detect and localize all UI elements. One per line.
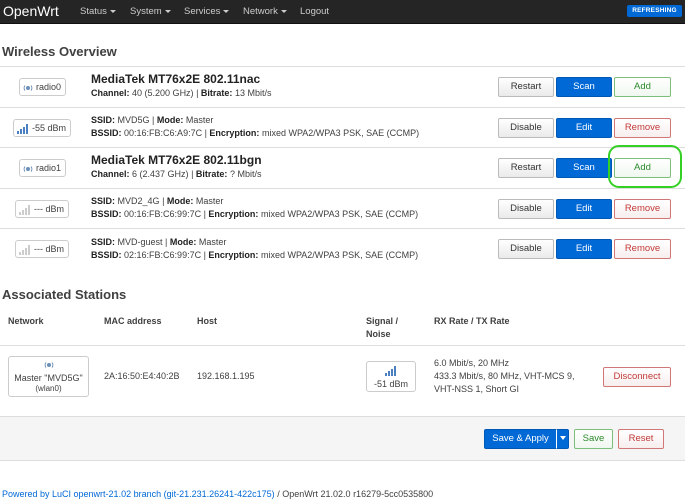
action-bar: Save & Apply Save Reset (0, 416, 685, 461)
menu-system[interactable]: System (130, 6, 171, 17)
column-network: Network (8, 316, 44, 326)
station-network-name: Master "MVD5G" (14, 373, 83, 383)
network-bssid-line: BSSID: 00:16:FB:C6:99:7C | Encryption: m… (91, 209, 419, 219)
radio-name: MediaTek MT76x2E 802.11nac (91, 72, 261, 86)
save-apply-button[interactable]: Save & Apply (484, 429, 557, 449)
top-navbar: OpenWrt Status System Services Network L… (0, 0, 685, 24)
signal-chip: --- dBm (15, 240, 69, 258)
scan-button[interactable]: Scan (556, 158, 612, 178)
network-ssid-line: SSID: MVD5G | Mode: Master (91, 115, 214, 125)
radio-name: MediaTek MT76x2E 802.11bgn (91, 153, 262, 167)
caret-down-icon (280, 10, 287, 13)
station-rate-line: VHT-NSS 1, Short GI (434, 384, 520, 394)
network-ssid-line: SSID: MVD2_4G | Mode: Master (91, 196, 224, 206)
network-row: --- dBm SSID: MVD2_4G | Mode: Master BSS… (0, 188, 685, 228)
restart-button[interactable]: Restart (498, 158, 554, 178)
remove-button[interactable]: Remove (614, 239, 671, 259)
luci-link[interactable]: Powered by LuCI openwrt-21.02 branch (gi… (2, 489, 275, 499)
disable-button[interactable]: Disable (498, 239, 554, 259)
network-bssid-line: BSSID: 00:16:FB:C6:A9:7C | Encryption: m… (91, 128, 420, 138)
wifi-radio-icon (23, 85, 33, 91)
column-mac-address: MAC address (104, 316, 162, 326)
menu-status[interactable]: Status (80, 6, 116, 17)
caret-down-icon (109, 10, 116, 13)
station-signal-chip: -51 dBm (366, 361, 416, 392)
edit-button[interactable]: Edit (556, 118, 612, 138)
wifi-radio-icon (23, 166, 33, 172)
station-network-chip: Master "MVD5G" (wlan0) (8, 356, 89, 397)
station-row: Master "MVD5G" (wlan0) 2A:16:50:E4:40:2B… (0, 345, 685, 407)
signal-bars-icon (385, 366, 396, 376)
remove-button[interactable]: Remove (614, 199, 671, 219)
signal-chip: -55 dBm (13, 119, 72, 137)
remove-button[interactable]: Remove (614, 118, 671, 138)
disable-button[interactable]: Disable (498, 199, 554, 219)
highlight-ring (608, 145, 682, 188)
menu-logout[interactable]: Logout (300, 6, 329, 17)
column-rate: RX Rate / TX Rate (434, 316, 510, 326)
add-button[interactable]: Add (614, 77, 671, 97)
station-host: 192.168.1.195 (197, 371, 255, 381)
station-signal-value: -51 dBm (373, 379, 408, 389)
caret-down-icon (164, 10, 171, 13)
reset-button[interactable]: Reset (618, 429, 664, 449)
network-bssid-line: BSSID: 02:16:FB:C6:99:7C | Encryption: m… (91, 250, 419, 260)
column-host: Host (197, 316, 217, 326)
chevron-down-icon (559, 436, 566, 440)
footer: Powered by LuCI openwrt-21.02 branch (gi… (2, 489, 433, 499)
station-mac: 2A:16:50:E4:40:2B (104, 371, 180, 381)
radio-chip: radio1 (19, 159, 67, 177)
refreshing-badge[interactable]: REFRESHING (627, 5, 682, 17)
signal-none-icon (19, 205, 30, 215)
edit-button[interactable]: Edit (556, 239, 612, 259)
wireless-overview-heading: Wireless Overview (2, 44, 117, 59)
column-noise: Noise (366, 329, 391, 339)
station-rate-line: 6.0 Mbit/s, 20 MHz (434, 358, 510, 368)
signal-bars-icon (17, 124, 28, 134)
network-ssid-line: SSID: MVD-guest | Mode: Master (91, 237, 227, 247)
scan-button[interactable]: Scan (556, 77, 612, 97)
edit-button[interactable]: Edit (556, 199, 612, 219)
column-signal: Signal / (366, 316, 399, 326)
disconnect-button[interactable]: Disconnect (603, 367, 671, 387)
disable-button[interactable]: Disable (498, 118, 554, 138)
station-rate-line: 433.3 Mbit/s, 80 MHz, VHT-MCS 9, (434, 371, 575, 381)
signal-chip: --- dBm (15, 200, 69, 218)
brand-logo[interactable]: OpenWrt (3, 3, 59, 19)
network-row: -55 dBm SSID: MVD5G | Mode: Master BSSID… (0, 107, 685, 147)
footer-version: / OpenWrt 21.02.0 r16279-5cc0535800 (274, 489, 434, 499)
menu-services[interactable]: Services (184, 6, 230, 17)
network-row: --- dBm SSID: MVD-guest | Mode: Master B… (0, 228, 685, 270)
radio-details: Channel: 6 (2.437 GHz) | Bitrate: ? Mbit… (91, 169, 262, 179)
associated-stations-heading: Associated Stations (2, 287, 127, 302)
signal-none-icon (19, 245, 30, 255)
menu-network[interactable]: Network (243, 6, 287, 17)
radio-row: radio1 MediaTek MT76x2E 802.11bgn Channe… (0, 147, 685, 188)
radio-row: radio0 MediaTek MT76x2E 802.11nac Channe… (0, 66, 685, 107)
station-interface: (wlan0) (35, 384, 62, 393)
save-apply-dropdown[interactable] (556, 429, 569, 449)
radio-details: Channel: 40 (5.200 GHz) | Bitrate: 13 Mb… (91, 88, 272, 98)
wifi-radio-icon (44, 362, 53, 368)
restart-button[interactable]: Restart (498, 77, 554, 97)
caret-down-icon (223, 10, 230, 13)
save-button[interactable]: Save (574, 429, 613, 449)
radio-chip: radio0 (19, 78, 67, 96)
